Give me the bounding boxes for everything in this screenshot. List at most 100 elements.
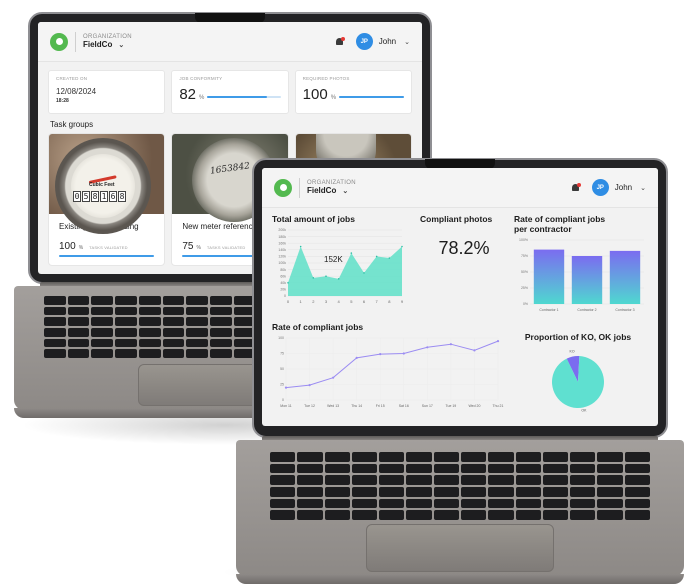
x-tick-label: 0	[287, 299, 290, 304]
x-tick-label: Tue 19	[445, 404, 456, 408]
keyboard-key	[44, 317, 66, 326]
org-separator	[75, 31, 76, 52]
data-point	[473, 349, 476, 352]
keyboard-key	[186, 296, 208, 305]
pie-label: OK	[581, 408, 587, 412]
keyboard-key	[542, 510, 569, 520]
y-tick-label: 140k	[278, 248, 286, 252]
keyboard-key	[488, 510, 514, 520]
chevron-down-icon[interactable]: ⌄	[640, 184, 646, 192]
right-laptop-deck	[236, 440, 684, 576]
keyboard-key	[433, 452, 459, 462]
data-point	[402, 352, 405, 355]
org-switcher[interactable]: ORGANIZATION FieldCo ⌄	[83, 34, 132, 49]
data-point	[401, 245, 403, 248]
chevron-down-icon: ⌄	[118, 41, 125, 49]
keyboard-key	[297, 452, 323, 462]
keyboard-key	[461, 463, 487, 474]
keyboard-key	[91, 296, 114, 305]
created-on-card: CREATED ON 12/08/2024 18:28	[48, 70, 166, 114]
y-tick-label: 75%	[521, 254, 528, 258]
keyboard-key	[297, 487, 323, 497]
keyboard-key	[542, 487, 569, 497]
task-group-card[interactable]: Cubic Feet 0 5 8 1 6 8 Existing meter re…	[48, 133, 166, 266]
y-tick-label: 0	[282, 398, 284, 402]
x-tick-label: Sat 16	[399, 404, 409, 408]
org-switcher[interactable]: ORGANIZATION FieldCo ⌄	[307, 180, 356, 195]
user-name[interactable]: John	[379, 37, 396, 46]
data-point	[325, 275, 327, 277]
keyboard-key	[351, 463, 378, 474]
keyboard-key	[624, 498, 650, 509]
keyboard-key	[297, 498, 323, 509]
keyboard-key	[138, 317, 161, 326]
data-point	[449, 343, 452, 346]
notification-dot	[340, 36, 345, 41]
required-photos-progress	[339, 96, 404, 98]
data-point	[388, 257, 391, 259]
right-touchpad	[366, 524, 554, 572]
keyboard-key	[209, 317, 232, 326]
required-photos-value: 100	[302, 86, 328, 103]
keyboard-key	[433, 510, 459, 520]
data-point	[426, 346, 429, 349]
keyboard-key	[515, 487, 541, 497]
chevron-down-icon: ⌄	[342, 187, 349, 195]
keyboard-key	[597, 475, 623, 485]
notification-bell-icon[interactable]	[571, 182, 581, 193]
keyboard-key	[542, 452, 569, 462]
x-tick-label: Fri 15	[376, 404, 385, 408]
chevron-down-icon[interactable]: ⌄	[404, 38, 410, 46]
task-groups-title: Task groups	[50, 120, 94, 129]
total-jobs-panel: Total amount of jobs 0 20k 40k 60k 80k 100k 12…	[272, 214, 412, 318]
data-point	[284, 386, 288, 389]
job-conformity-label: JOB CONFORMITY	[179, 76, 223, 81]
keyboard-key	[91, 338, 114, 348]
user-name[interactable]: John	[615, 183, 632, 192]
x-tick-label: 5	[350, 299, 353, 304]
keyboard-key	[138, 328, 161, 337]
keyboard-key	[624, 463, 650, 474]
keyboard-key	[461, 498, 487, 509]
keyboard-key	[461, 510, 487, 520]
contractor-bar	[571, 256, 603, 304]
fieldco-logo-icon[interactable]	[50, 32, 68, 51]
keyboard-key	[570, 475, 596, 485]
keyboard-key	[67, 349, 90, 358]
keyboard-key	[209, 349, 232, 358]
keyboard-key	[351, 452, 378, 462]
keyboard-key	[44, 349, 66, 358]
keyboard-key	[138, 349, 161, 358]
avatar[interactable]: JP	[355, 33, 373, 50]
keyboard-key	[597, 463, 623, 474]
org-separator	[299, 177, 300, 198]
keyboard-key	[186, 317, 208, 326]
keyboard-key	[270, 498, 296, 509]
keyboard-key	[624, 510, 650, 520]
compliant-rate-line	[285, 340, 499, 389]
keyboard-key	[67, 306, 90, 316]
keyboard-key	[461, 452, 487, 462]
task-group-value: 100	[59, 241, 76, 252]
keyboard-key	[138, 296, 161, 305]
dashboard-bottom-row: Rate of compliant jobs 0 25 50 75 100 Mon 11 T…	[262, 318, 658, 423]
x-tick-label: Thu 21	[493, 404, 504, 408]
pie-label: KO	[570, 350, 575, 354]
notification-bell-icon[interactable]	[335, 36, 345, 47]
keyboard-key	[186, 306, 208, 316]
keyboard-key	[270, 487, 296, 497]
keyboard-key	[406, 463, 432, 474]
keyboard-key	[570, 498, 596, 509]
keyboard-key	[624, 475, 650, 485]
fieldco-logo-icon[interactable]	[274, 178, 292, 197]
contractor-rate-title-line1: Rate of compliant jobs	[514, 214, 606, 224]
keyboard-key	[209, 338, 232, 348]
avatar[interactable]: JP	[591, 179, 609, 196]
x-tick-label: Tue 12	[304, 404, 315, 408]
keyboard-key	[351, 487, 378, 497]
notification-dot	[576, 182, 581, 187]
keyboard-key	[406, 510, 432, 520]
x-tick-label: Thu 14	[351, 404, 362, 408]
keyboard-key	[270, 475, 296, 485]
keyboard-key	[379, 463, 405, 474]
